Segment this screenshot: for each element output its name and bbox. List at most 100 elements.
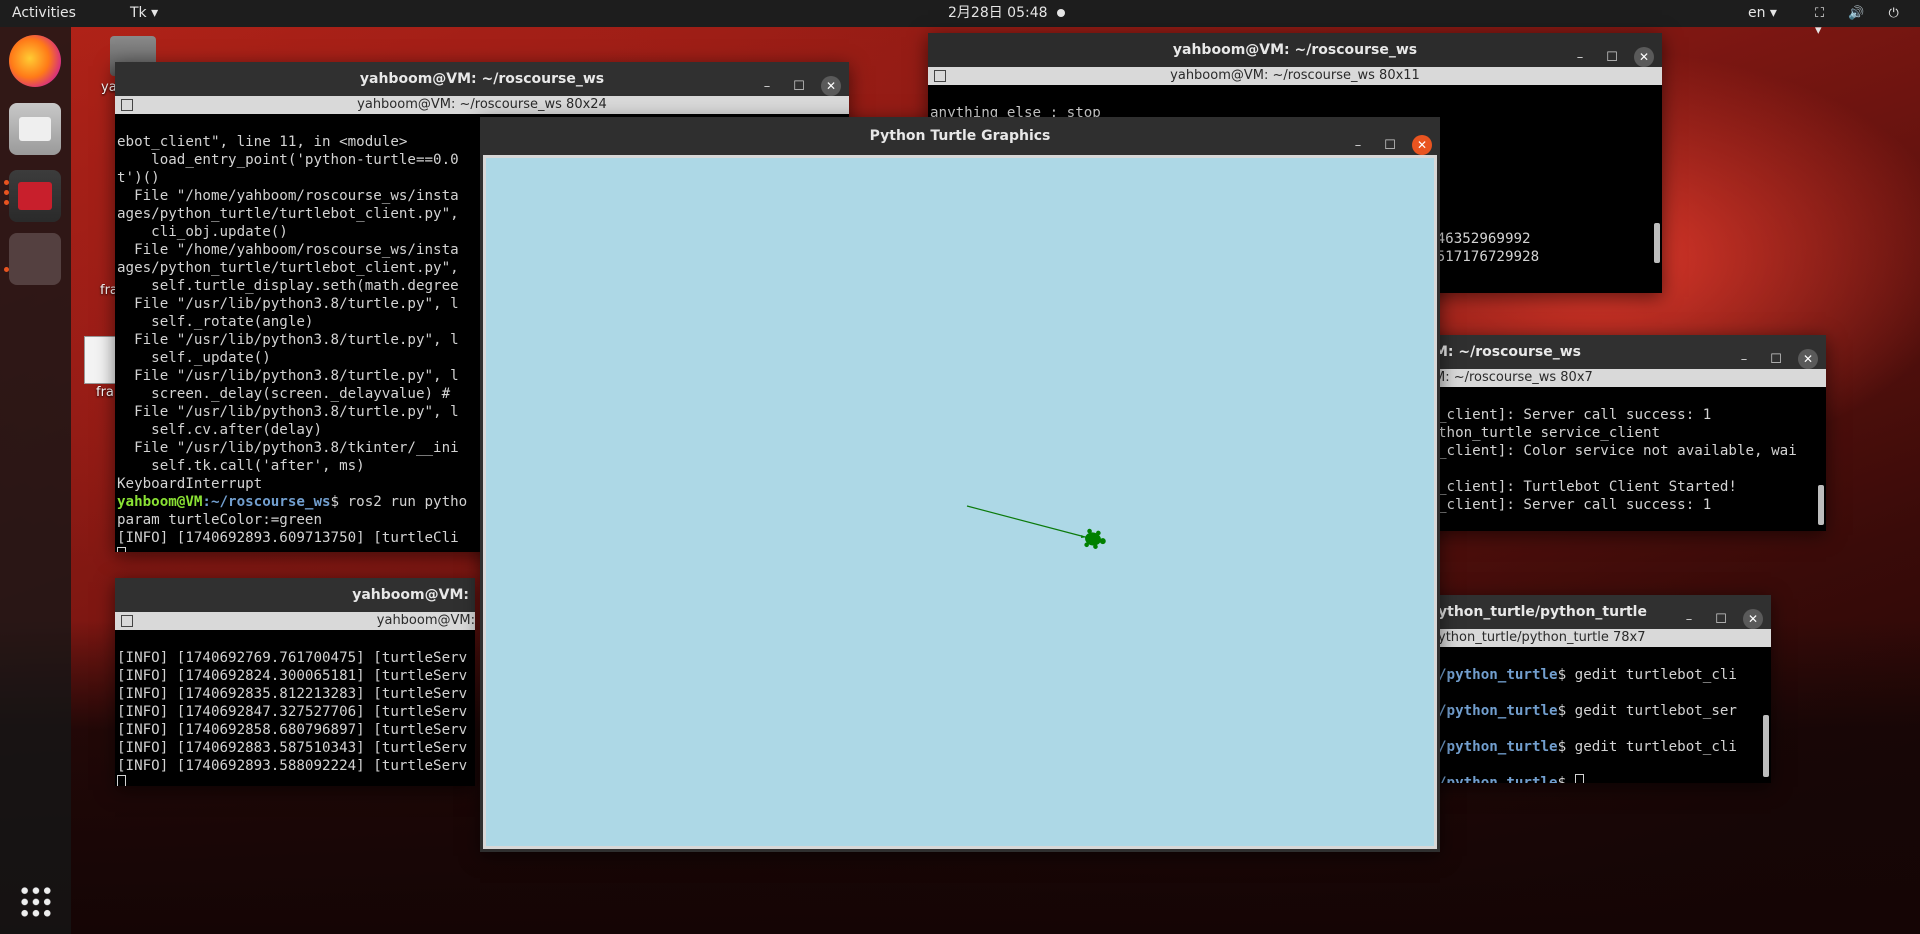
minimize-button[interactable]: – xyxy=(1348,136,1368,156)
app-menu[interactable]: Tk ▾ xyxy=(130,5,158,22)
terminal-line: thon_turtle service_client xyxy=(1438,425,1661,441)
terminal-tab-bar[interactable]: M: ~/roscourse_ws 80x7 xyxy=(1420,369,1826,387)
window-title: ython_turtle/python_turtle xyxy=(1438,604,1647,620)
terminal-line: [INFO] [1740692847.327527706] [turtleSer… xyxy=(117,704,468,720)
terminal-cursor xyxy=(117,775,126,786)
firefox-icon[interactable] xyxy=(9,35,61,87)
minimize-button[interactable]: – xyxy=(1734,350,1754,370)
window-titlebar[interactable]: ython_turtle/python_turtle – ☐ ✕ xyxy=(1420,595,1771,629)
terminal-window-bottom-left[interactable]: yahboom@VM: yahboom@VM: [INFO] [17406927… xyxy=(115,578,475,786)
maximize-button[interactable]: ☐ xyxy=(1711,610,1731,630)
running-indicator xyxy=(4,190,9,195)
turtle-drawing xyxy=(966,505,1106,549)
terminal-subtitle: yahboom@VM: xyxy=(376,613,475,628)
input-language-menu[interactable]: en ▾ xyxy=(1748,5,1777,22)
terminal-subtitle: yahboom@VM: ~/roscourse_ws 80x24 xyxy=(357,97,607,112)
window-title: yahboom@VM: ~/roscourse_ws xyxy=(359,71,605,87)
maximize-button[interactable]: ☐ xyxy=(1380,136,1400,156)
close-button[interactable]: ✕ xyxy=(1798,349,1818,369)
terminal-window-mid-right[interactable]: M: ~/roscourse_ws – ☐ ✕ M: ~/roscourse_ws … xyxy=(1420,335,1826,531)
top-bar: Activities Tk ▾ 2月28日 05:48 en ▾ ⛶ 🔊 ⏻ ▾ xyxy=(0,0,1920,38)
terminal-menu-icon[interactable] xyxy=(121,615,133,627)
turtle-canvas[interactable] xyxy=(486,158,1434,846)
prompt-path: :~/roscourse_ws xyxy=(202,494,331,510)
terminal-tab-bar[interactable]: yahboom@VM: ~/roscourse_ws 80x11 xyxy=(928,67,1662,85)
files-icon[interactable] xyxy=(9,103,61,155)
maximize-button[interactable]: ☐ xyxy=(1766,350,1786,370)
notification-dot xyxy=(1057,9,1065,17)
prompt-path: /python_turtle xyxy=(1438,703,1558,719)
turtle-icon xyxy=(1080,528,1106,549)
prompt-command: $ gedit turtlebot_ser xyxy=(1557,703,1737,719)
prompt-command: $ gedit turtlebot_cli xyxy=(1557,739,1737,755)
close-button[interactable]: ✕ xyxy=(1634,47,1654,67)
terminal-line: _client]: Server call success: 1 xyxy=(1438,407,1712,423)
prompt-command: $ xyxy=(1557,775,1575,783)
window-titlebar[interactable]: Python Turtle Graphics – ☐ ✕ xyxy=(480,117,1440,155)
canvas-frame xyxy=(483,155,1437,849)
terminal-cursor-line xyxy=(117,775,473,786)
minimize-button[interactable]: – xyxy=(1570,48,1590,68)
window-titlebar[interactable]: yahboom@VM: ~/roscourse_ws – ☐ ✕ xyxy=(115,62,849,96)
activities-button[interactable]: Activities xyxy=(12,5,76,22)
window-title: yahboom@VM: ~/roscourse_ws xyxy=(1172,42,1418,58)
scrollbar[interactable] xyxy=(1763,715,1769,777)
close-button[interactable]: ✕ xyxy=(821,76,841,96)
running-indicator xyxy=(4,180,9,185)
window-title: yahboom@VM: xyxy=(352,587,469,603)
minimize-button[interactable]: – xyxy=(1679,610,1699,630)
terminal-output[interactable]: [INFO] [1740692769.761700475] [turtleSer… xyxy=(115,630,475,786)
terminal-tab-bar[interactable]: ython_turtle/python_turtle 78x7 xyxy=(1420,629,1771,647)
terminal-subtitle: ython_turtle/python_turtle 78x7 xyxy=(1438,630,1646,645)
terminal-line: [INFO] [1740692835.812213283] [turtleSer… xyxy=(117,686,468,702)
terminal-line: [INFO] [1740692893.588092224] [turtleSer… xyxy=(117,758,468,774)
terminal-prompt-line: /python_turtle$ gedit turtlebot_cli xyxy=(1438,666,1769,684)
terminal-window-bottom-right[interactable]: ython_turtle/python_turtle – ☐ ✕ ython_tur… xyxy=(1420,595,1771,783)
terminal-menu-icon[interactable] xyxy=(934,70,946,82)
terminal-tab-bar[interactable]: yahboom@VM: xyxy=(115,612,475,630)
terminal-prompt-line: /python_turtle$ gedit turtlebot_cli xyxy=(1438,738,1769,756)
show-applications-icon[interactable] xyxy=(19,885,53,919)
terminal-line: [INFO] [1740692883.587510343] [turtleSer… xyxy=(117,740,468,756)
window-title: M: ~/roscourse_ws xyxy=(1434,344,1581,360)
close-button[interactable]: ✕ xyxy=(1743,609,1763,629)
terminal-cursor xyxy=(1574,774,1584,783)
terminal-subtitle: M: ~/roscourse_ws 80x7 xyxy=(1434,370,1593,385)
maximize-button[interactable]: ☐ xyxy=(789,77,809,97)
running-indicator xyxy=(4,267,9,272)
terminal-line: [INFO] [1740692824.300065181] [turtleSer… xyxy=(117,668,468,684)
terminal-prompt-line: /python_turtle$ xyxy=(1438,774,1769,783)
prompt-path: /python_turtle xyxy=(1438,667,1558,683)
turtle-graphics-window[interactable]: Python Turtle Graphics – ☐ ✕ xyxy=(480,117,1440,852)
terminal-menu-icon[interactable] xyxy=(121,99,133,111)
prompt-command: $ ros2 run pytho xyxy=(330,494,468,510)
system-status-icons[interactable]: ⛶ 🔊 ⏻ ▾ xyxy=(1815,5,1920,39)
desktop-image-thumbnail[interactable] xyxy=(84,336,118,384)
maximize-button[interactable]: ☐ xyxy=(1602,48,1622,68)
running-indicator xyxy=(4,200,9,205)
terminal-line: _client]: Server call success: 1 xyxy=(1438,497,1712,513)
clock[interactable]: 2月28日 05:48 xyxy=(948,5,1048,22)
python-app-icon[interactable] xyxy=(9,233,61,285)
terminal-prompt-line: /python_turtle$ gedit turtlebot_ser xyxy=(1438,702,1769,720)
terminal-line: _client]: Color service not available, w… xyxy=(1438,443,1797,459)
terminal-output[interactable]: _client]: Server call success: 1 thon_tur… xyxy=(1420,387,1826,531)
window-titlebar[interactable]: yahboom@VM: xyxy=(115,578,475,612)
terminal-subtitle: yahboom@VM: ~/roscourse_ws 80x11 xyxy=(1170,68,1420,83)
window-titlebar[interactable]: yahboom@VM: ~/roscourse_ws – ☐ ✕ xyxy=(928,33,1662,67)
terminal-tab-bar[interactable]: yahboom@VM: ~/roscourse_ws 80x24 xyxy=(115,96,849,114)
terminal-line: [INFO] [1740692769.761700475] [turtleSer… xyxy=(117,650,468,666)
desktop-file-label: fra xyxy=(96,385,114,400)
dock xyxy=(0,27,71,934)
prompt-command: $ gedit turtlebot_cli xyxy=(1557,667,1737,683)
scrollbar[interactable] xyxy=(1654,223,1660,263)
window-titlebar[interactable]: M: ~/roscourse_ws – ☐ ✕ xyxy=(1420,335,1826,369)
scrollbar[interactable] xyxy=(1818,485,1824,525)
terminal-output[interactable]: /python_turtle$ gedit turtlebot_cli/pyth… xyxy=(1420,647,1771,783)
minimize-button[interactable]: – xyxy=(757,77,777,97)
prompt-user: yahboom@VM xyxy=(117,494,203,510)
close-button[interactable]: ✕ xyxy=(1412,135,1432,155)
terminal-line: [INFO] [1740692858.680796897] [turtleSer… xyxy=(117,722,468,738)
terminal-icon[interactable] xyxy=(9,170,61,222)
